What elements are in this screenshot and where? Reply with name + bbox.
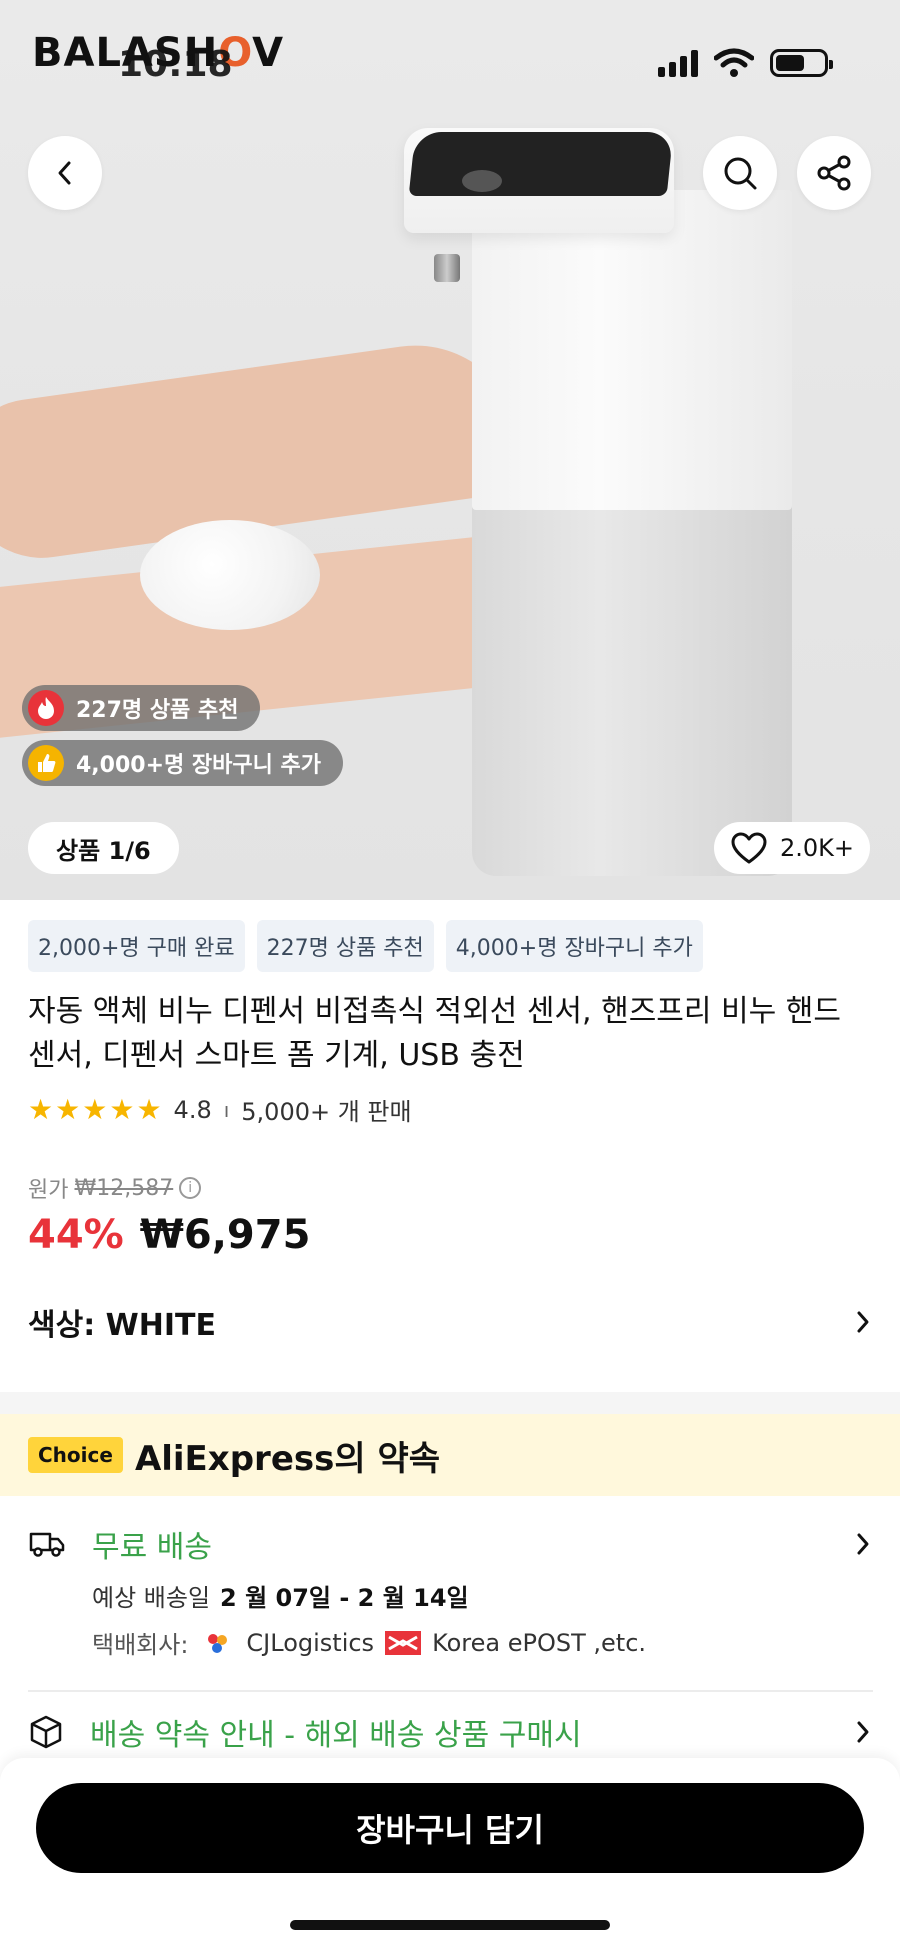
korea-epost-logo xyxy=(384,1627,422,1659)
color-label: 색상: WHITE xyxy=(28,1308,216,1343)
delivery-promise-row[interactable]: 배송 약속 안내 - 해외 배송 상품 구매시 xyxy=(28,1710,873,1754)
eta-value: 2 월 07일 - 2 월 14일 xyxy=(220,1584,469,1612)
tag-purchased: 2,000+명 구매 완료 xyxy=(28,920,245,972)
tag-recommend: 227명 상품 추천 xyxy=(256,920,434,972)
choice-banner: Choice AliExpress의 약속 xyxy=(0,1414,900,1496)
carrier-cj: CJLogistics xyxy=(246,1628,375,1657)
chevron-right-icon xyxy=(857,1311,869,1333)
dispenser-top xyxy=(408,132,674,196)
original-price-row: 원가 ₩12,587 i xyxy=(28,1172,202,1204)
product-image[interactable]: BALASHOV 10:18 227명 상품 추천 4,000+명 장바구니 추… xyxy=(0,0,900,900)
carrier-epost: Korea ePOST ,etc. xyxy=(432,1628,647,1657)
foam-image xyxy=(140,520,320,630)
divider xyxy=(28,1690,873,1692)
search-icon xyxy=(724,157,757,190)
status-time: 10:18 xyxy=(118,44,233,85)
dispenser-tank xyxy=(472,498,792,876)
box-icon xyxy=(30,1715,62,1749)
cj-logistics-logo xyxy=(198,1627,236,1659)
dispenser-body xyxy=(472,190,792,510)
fire-icon xyxy=(28,690,64,726)
chevron-right-icon xyxy=(857,1721,869,1743)
home-indicator xyxy=(290,1920,610,1930)
chevron-left-icon xyxy=(58,161,71,185)
rating-row[interactable]: ★ ★ ★ ★ ★ 4.8 ı 5,000+ 개 판매 xyxy=(28,1092,412,1127)
wishlist-button[interactable]: 2.0K+ xyxy=(714,822,871,874)
share-button[interactable] xyxy=(797,136,871,210)
rating-separator: ı xyxy=(223,1097,230,1122)
thumbs-up-icon xyxy=(28,745,64,781)
battery-icon xyxy=(770,49,833,77)
carrier-label: 택배회사: xyxy=(92,1631,189,1659)
star-icon: ★ xyxy=(82,1092,108,1126)
shipping-info[interactable]: 무료 배송 예상 배송일 2 월 07일 - 2 월 14일 택배회사: CJL… xyxy=(28,1522,873,1660)
info-icon[interactable]: i xyxy=(179,1177,202,1199)
eta-label: 예상 배송일 xyxy=(92,1584,211,1612)
add-to-cart-button[interactable]: 장바구니 담기 xyxy=(36,1783,864,1873)
delivery-promise-label: 배송 약속 안내 - 해외 배송 상품 구매시 xyxy=(90,1718,582,1753)
rating-value: 4.8 xyxy=(173,1095,212,1124)
star-icon: ★ xyxy=(109,1092,135,1126)
dispenser-nozzle xyxy=(434,254,460,282)
star-rating: ★ ★ ★ ★ ★ xyxy=(28,1092,162,1126)
section-divider xyxy=(0,1392,900,1414)
social-tags: 2,000+명 구매 완료 227명 상품 추천 4,000+명 장바구니 추가 xyxy=(28,920,703,972)
chevron-right-icon xyxy=(857,1533,869,1555)
search-button[interactable] xyxy=(703,136,777,210)
original-price-label: 원가 xyxy=(28,1178,69,1203)
sale-price: ₩6,975 xyxy=(139,1212,311,1258)
truck-icon xyxy=(29,1532,65,1557)
free-shipping-label: 무료 배송 xyxy=(92,1530,212,1565)
color-selector[interactable]: 색상: WHITE xyxy=(28,1300,873,1344)
discount-percent: 44% xyxy=(28,1212,124,1258)
product-title: 자동 액체 비누 디펜서 비접촉식 적외선 센서, 핸즈프리 비누 핸드 센서,… xyxy=(28,994,841,1073)
wishlist-count: 2.0K+ xyxy=(780,834,855,862)
back-button[interactable] xyxy=(28,136,102,210)
star-icon: ★ xyxy=(28,1092,54,1126)
tag-cart: 4,000+명 장바구니 추가 xyxy=(445,920,703,972)
star-icon: ★ xyxy=(136,1092,162,1126)
delivery-estimate: 예상 배송일 2 월 07일 - 2 월 14일 xyxy=(92,1578,873,1613)
status-icons xyxy=(658,48,833,78)
price-row: 44% ₩6,975 xyxy=(28,1212,310,1258)
sold-count: 5,000+ 개 판매 xyxy=(241,1098,412,1126)
heart-icon xyxy=(731,832,767,864)
signal-icon xyxy=(658,49,698,77)
original-price: ₩12,587 xyxy=(74,1175,174,1201)
wifi-icon xyxy=(714,48,754,77)
choice-badge: Choice xyxy=(28,1437,123,1473)
choice-title: AliExpress의 약속 xyxy=(134,1438,441,1479)
dispenser-button xyxy=(462,170,502,192)
star-icon: ★ xyxy=(55,1092,81,1126)
cart-count-pill: 4,000+명 장바구니 추가 xyxy=(22,740,344,786)
recommend-pill: 227명 상품 추천 xyxy=(22,685,261,731)
carrier-row: 택배회사: CJLogistics Korea ePOST ,etc. xyxy=(92,1625,873,1660)
share-icon xyxy=(817,155,851,191)
image-counter: 상품 1/6 xyxy=(28,822,179,874)
